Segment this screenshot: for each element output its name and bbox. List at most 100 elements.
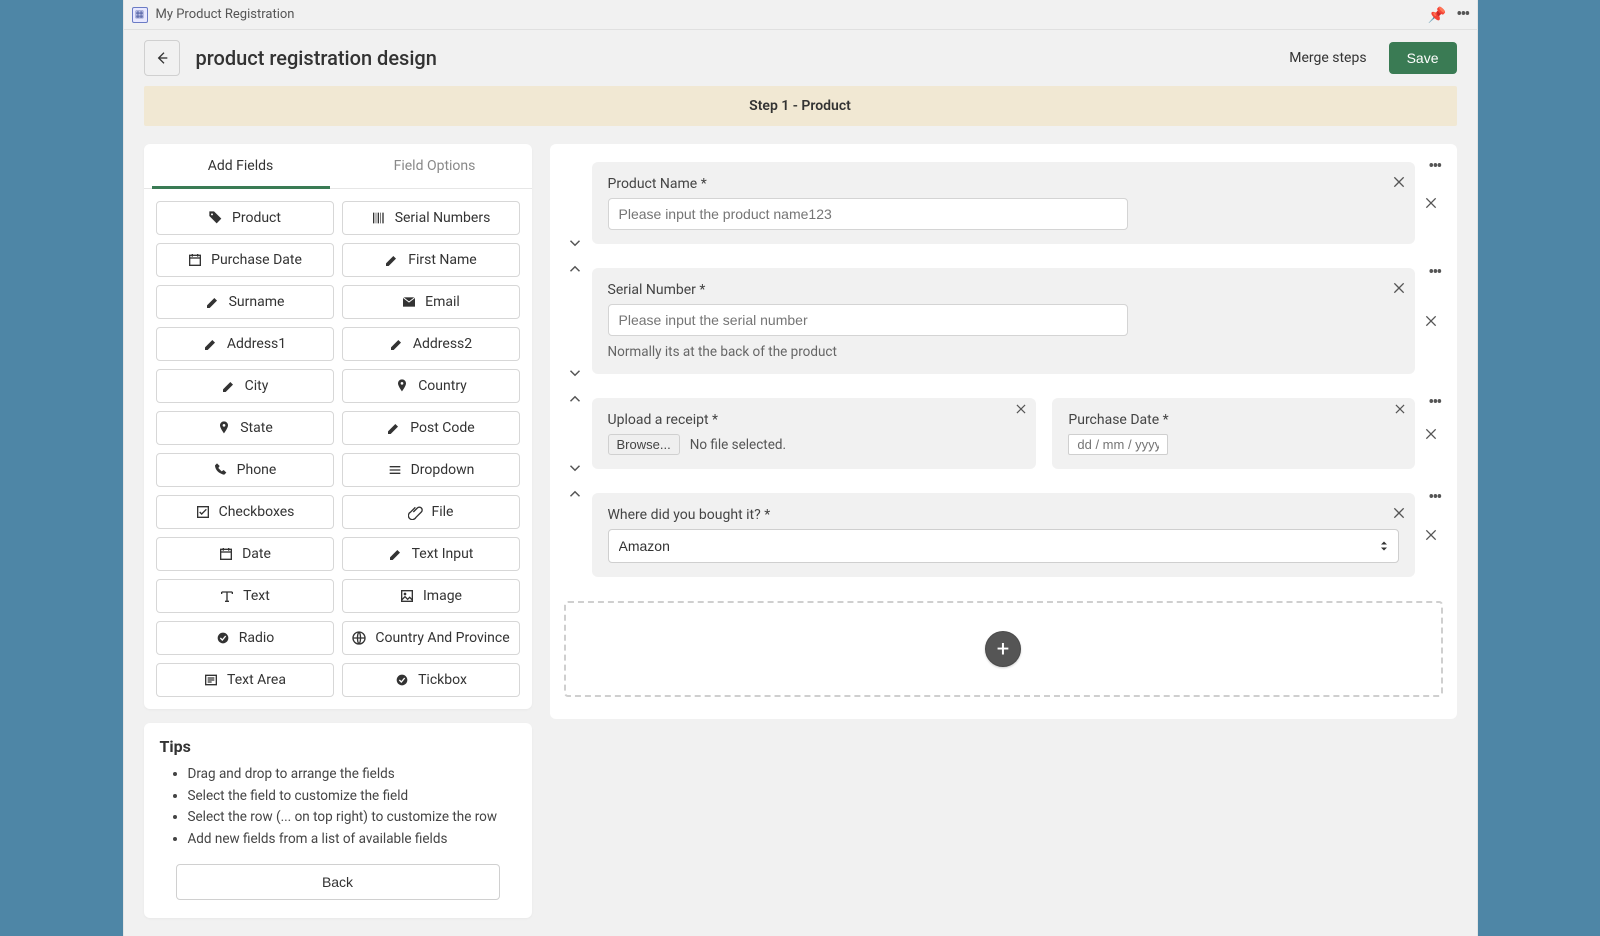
row-move-down[interactable] bbox=[566, 364, 584, 382]
field-delete-button[interactable] bbox=[1391, 280, 1407, 296]
merge-steps-link[interactable]: Merge steps bbox=[1289, 50, 1366, 66]
field-delete-button[interactable] bbox=[1393, 402, 1407, 416]
palette-item[interactable]: Email bbox=[342, 285, 520, 319]
row-move-down[interactable] bbox=[566, 459, 584, 477]
palette-item[interactable]: City bbox=[156, 369, 334, 403]
pencil-icon bbox=[203, 336, 219, 352]
field-label: Purchase Date * bbox=[1068, 412, 1398, 428]
window-more-icon[interactable]: ••• bbox=[1456, 4, 1468, 25]
palette-item[interactable]: Address1 bbox=[156, 327, 334, 361]
palette-item[interactable]: Surname bbox=[156, 285, 334, 319]
palette-item[interactable]: Text Area bbox=[156, 663, 334, 697]
palette-item[interactable]: Phone bbox=[156, 453, 334, 487]
palette-item-label: Text Input bbox=[412, 546, 474, 562]
field-delete-button[interactable] bbox=[1391, 174, 1407, 190]
pencil-icon bbox=[388, 546, 404, 562]
text-input[interactable] bbox=[608, 198, 1128, 230]
browse-button[interactable]: Browse... bbox=[608, 434, 680, 455]
palette-item[interactable]: First Name bbox=[342, 243, 520, 277]
image-icon bbox=[399, 588, 415, 604]
row-more-icon[interactable]: ••• bbox=[1428, 392, 1440, 413]
builder-row: •••Upload a receipt *Browse...No file se… bbox=[564, 398, 1443, 469]
left-panel: Add Fields Field Options Product Serial N… bbox=[144, 144, 532, 918]
tips-item: Select the row (... on top right) to cus… bbox=[188, 807, 516, 829]
row-delete-button[interactable] bbox=[1423, 313, 1439, 329]
pencil-icon bbox=[389, 336, 405, 352]
select-input[interactable]: Amazon bbox=[608, 529, 1399, 563]
row-delete-button[interactable] bbox=[1423, 527, 1439, 543]
row-move-up[interactable] bbox=[566, 260, 584, 278]
palette-item[interactable]: File bbox=[342, 495, 520, 529]
row-delete-button[interactable] bbox=[1423, 426, 1439, 442]
page-header: product registration design Merge steps … bbox=[124, 30, 1477, 86]
palette-item[interactable]: State bbox=[156, 411, 334, 445]
pin-icon[interactable]: 📌 bbox=[1428, 6, 1447, 24]
row-delete-button[interactable] bbox=[1423, 195, 1439, 211]
palette-item[interactable]: Serial Numbers bbox=[342, 201, 520, 235]
palette-item-label: Checkboxes bbox=[219, 504, 295, 520]
palette-item[interactable]: Text bbox=[156, 579, 334, 613]
text-input[interactable] bbox=[608, 304, 1128, 336]
row-more-icon[interactable]: ••• bbox=[1428, 156, 1440, 177]
row-move-up[interactable] bbox=[566, 390, 584, 408]
row-card[interactable]: Product Name * bbox=[592, 162, 1415, 244]
builder-row: •••Serial Number *Normally its at the ba… bbox=[564, 268, 1443, 374]
tips-back-button[interactable]: Back bbox=[176, 864, 500, 900]
row-card[interactable]: Upload a receipt *Browse...No file selec… bbox=[592, 398, 1415, 469]
back-button[interactable] bbox=[144, 40, 180, 76]
tips-card: Tips Drag and drop to arrange the fields… bbox=[144, 723, 532, 918]
palette-item[interactable]: Address2 bbox=[342, 327, 520, 361]
row-card[interactable]: Where did you bought it? *Amazon bbox=[592, 493, 1415, 577]
pin-icon bbox=[216, 420, 232, 436]
palette-item[interactable]: Radio bbox=[156, 621, 334, 655]
row-move-up[interactable] bbox=[566, 485, 584, 503]
tips-item: Add new fields from a list of available … bbox=[188, 829, 516, 851]
palette-item-label: Surname bbox=[229, 294, 285, 310]
save-button[interactable]: Save bbox=[1389, 42, 1457, 74]
step-banner: Step 1 - Product bbox=[144, 86, 1457, 126]
pencil-icon bbox=[221, 378, 237, 394]
palette-item[interactable]: Checkboxes bbox=[156, 495, 334, 529]
barcode-icon bbox=[371, 210, 387, 226]
palette-item[interactable]: Text Input bbox=[342, 537, 520, 571]
date-input[interactable] bbox=[1068, 434, 1168, 455]
builder-row: •••Product Name * bbox=[564, 162, 1443, 244]
calendar-icon bbox=[187, 252, 203, 268]
palette-item-label: Post Code bbox=[410, 420, 474, 436]
palette-item[interactable]: Tickbox bbox=[342, 663, 520, 697]
palette-item[interactable]: Image bbox=[342, 579, 520, 613]
tips-title: Tips bbox=[160, 737, 516, 756]
field-label: Upload a receipt * bbox=[608, 412, 1021, 428]
palette-item[interactable]: Country bbox=[342, 369, 520, 403]
radio-icon bbox=[215, 630, 231, 646]
field-delete-button[interactable] bbox=[1391, 505, 1407, 521]
tab-field-options[interactable]: Field Options bbox=[338, 144, 532, 188]
palette-item[interactable]: Country And Province bbox=[342, 621, 520, 655]
arrow-left-icon bbox=[154, 50, 170, 66]
palette-item[interactable]: Purchase Date bbox=[156, 243, 334, 277]
check-icon bbox=[195, 504, 211, 520]
palette-item[interactable]: Dropdown bbox=[342, 453, 520, 487]
field-delete-button[interactable] bbox=[1014, 402, 1028, 416]
textarea-icon bbox=[203, 672, 219, 688]
palette-item[interactable]: Date bbox=[156, 537, 334, 571]
row-subcard[interactable]: Purchase Date * bbox=[1052, 398, 1414, 469]
window-titlebar: ▦ My Product Registration 📌 ••• bbox=[124, 0, 1477, 30]
row-card[interactable]: Serial Number *Normally its at the back … bbox=[592, 268, 1415, 374]
add-row-button[interactable]: + bbox=[985, 631, 1021, 667]
row-move-down[interactable] bbox=[566, 234, 584, 252]
palette-item[interactable]: Product bbox=[156, 201, 334, 235]
palette-item[interactable]: Post Code bbox=[342, 411, 520, 445]
add-row-dropzone[interactable]: + bbox=[564, 601, 1443, 697]
palette-item-label: City bbox=[245, 378, 269, 394]
row-more-icon[interactable]: ••• bbox=[1428, 487, 1440, 508]
palette-item-label: Product bbox=[232, 210, 281, 226]
field-label: Serial Number * bbox=[608, 282, 1399, 298]
pencil-icon bbox=[384, 252, 400, 268]
app-window: ▦ My Product Registration 📌 ••• product … bbox=[123, 0, 1478, 936]
tab-add-fields[interactable]: Add Fields bbox=[144, 144, 338, 188]
palette-grid: Product Serial NumbersPurchase DateFirst … bbox=[144, 189, 532, 709]
row-more-icon[interactable]: ••• bbox=[1428, 262, 1440, 283]
pencil-icon bbox=[205, 294, 221, 310]
row-subcard[interactable]: Upload a receipt *Browse...No file selec… bbox=[592, 398, 1037, 469]
